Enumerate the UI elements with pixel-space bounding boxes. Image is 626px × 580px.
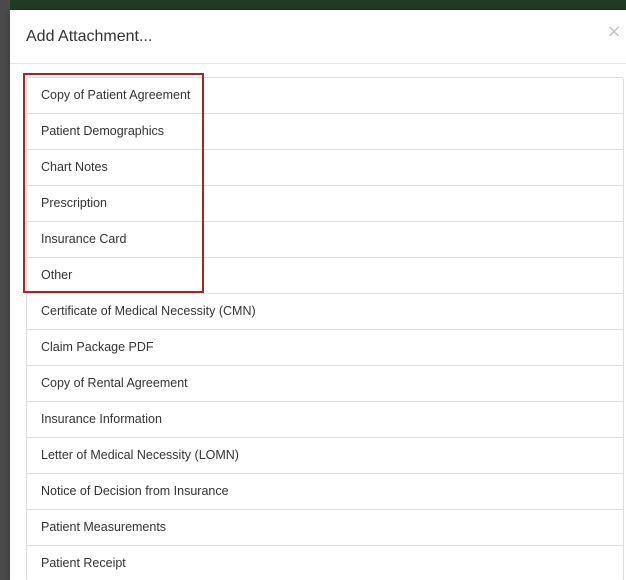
list-item-cmn[interactable]: Certificate of Medical Necessity (CMN): [27, 294, 623, 330]
background-edge: [0, 0, 10, 580]
list-item-claim-package-pdf[interactable]: Claim Package PDF: [27, 330, 623, 366]
attachment-type-list: Copy of Patient Agreement Patient Demogr…: [26, 77, 624, 580]
background-header: [0, 0, 626, 10]
list-item-other[interactable]: Other: [27, 258, 623, 294]
list-item-insurance-card[interactable]: Insurance Card: [27, 222, 623, 258]
list-item-copy-of-rental-agreement[interactable]: Copy of Rental Agreement: [27, 366, 623, 402]
close-icon[interactable]: ×: [606, 22, 622, 42]
modal-title: Add Attachment...: [26, 28, 153, 45]
modal-header: Add Attachment... ×: [10, 10, 626, 64]
list-item-prescription[interactable]: Prescription: [27, 186, 623, 222]
add-attachment-modal: Add Attachment... × Copy of Patient Agre…: [10, 10, 626, 580]
list-item-notice-of-decision[interactable]: Notice of Decision from Insurance: [27, 474, 623, 510]
list-item-patient-receipt[interactable]: Patient Receipt: [27, 546, 623, 580]
list-item-insurance-information[interactable]: Insurance Information: [27, 402, 623, 438]
list-item-copy-of-patient-agreement[interactable]: Copy of Patient Agreement: [27, 78, 623, 114]
list-item-chart-notes[interactable]: Chart Notes: [27, 150, 623, 186]
list-item-patient-demographics[interactable]: Patient Demographics: [27, 114, 623, 150]
page: Add Attachment... × Copy of Patient Agre…: [0, 0, 626, 580]
list-item-patient-measurements[interactable]: Patient Measurements: [27, 510, 623, 546]
list-item-lomn[interactable]: Letter of Medical Necessity (LOMN): [27, 438, 623, 474]
